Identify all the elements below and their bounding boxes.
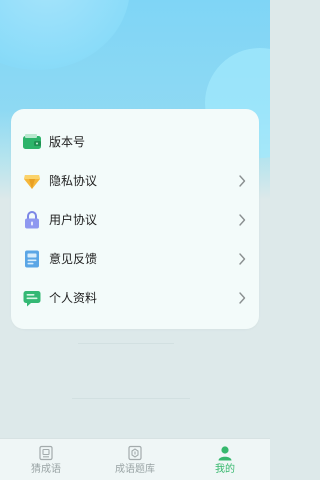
settings-card: 版本号 隐私协议 用户协议 意见反馈 个人资料 — [11, 109, 259, 329]
tab-mine[interactable]: 我的 — [185, 439, 265, 480]
chevron-right-icon — [239, 292, 246, 304]
feedback-document-icon — [25, 250, 39, 268]
tab-label: 成语题库 — [115, 464, 155, 475]
divider — [78, 343, 174, 344]
wallet-icon — [23, 134, 41, 149]
tab-label: 我的 — [215, 464, 235, 475]
menu-item-label: 隐私协议 — [49, 174, 98, 188]
tab-guess-idiom[interactable]: 猜成语 — [6, 439, 86, 480]
chat-profile-icon — [23, 291, 41, 307]
divider — [72, 398, 190, 399]
chevron-right-icon — [239, 214, 246, 226]
diamond-icon — [24, 175, 40, 189]
question-bank-icon — [128, 445, 142, 461]
menu-item-label: 意见反馈 — [49, 252, 98, 266]
menu-item-label: 版本号 — [49, 135, 86, 149]
menu-item-feedback[interactable]: 意见反馈 — [11, 240, 259, 278]
person-icon — [218, 446, 232, 461]
menu-item-profile[interactable]: 个人资料 — [11, 279, 259, 317]
tab-label: 猜成语 — [31, 464, 61, 475]
bottom-tab-bar: 猜成语 成语题库 我的 — [0, 438, 270, 480]
menu-item-label: 个人资料 — [49, 291, 98, 305]
menu-item-privacy[interactable]: 隐私协议 — [11, 162, 259, 200]
menu-item-label: 用户协议 — [49, 213, 98, 227]
menu-item-user-agreement[interactable]: 用户协议 — [11, 201, 259, 239]
lock-icon — [25, 211, 39, 229]
chevron-right-icon — [239, 253, 246, 265]
tab-question-bank[interactable]: 成语题库 — [95, 439, 175, 480]
quiz-card-icon — [39, 445, 53, 461]
menu-item-version[interactable]: 版本号 — [11, 123, 259, 161]
chevron-right-icon — [239, 175, 246, 187]
decor-bubble-left — [0, 0, 130, 70]
